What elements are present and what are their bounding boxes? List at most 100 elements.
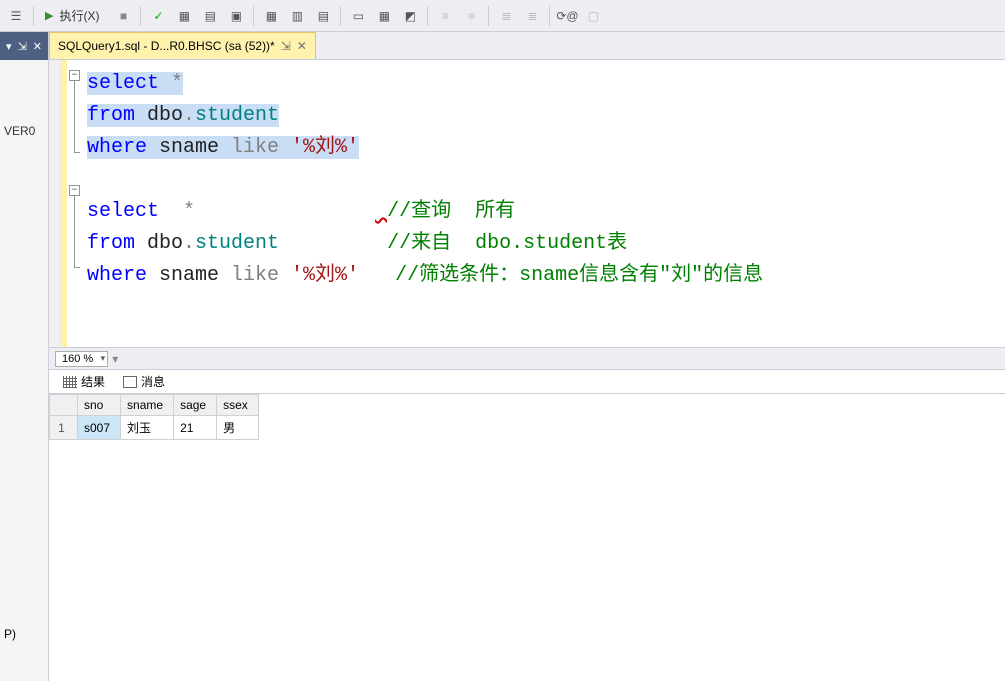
code-comment: //来自 dbo.student表 bbox=[387, 232, 627, 255]
fold-gutter: − − bbox=[67, 60, 83, 347]
tab-messages[interactable]: 消息 bbox=[115, 371, 173, 392]
stop-button[interactable]: ■ bbox=[111, 4, 135, 28]
toolbar-separator bbox=[549, 6, 550, 26]
execute-label: 执行(X) bbox=[55, 7, 103, 24]
toolbar-separator bbox=[33, 6, 34, 26]
editor-margin bbox=[49, 60, 61, 347]
toolbar-icon-9[interactable]: ▦ bbox=[372, 4, 396, 28]
results-tab-bar: 结果 消息 bbox=[49, 369, 1005, 393]
parse-icon[interactable]: ✓ bbox=[146, 4, 170, 28]
editor-panel: SQLQuery1.sql - D...R0.BHSC (sa (52))* ⇲… bbox=[49, 32, 1005, 681]
code-string: '%刘%' bbox=[279, 264, 359, 287]
keyword-select: select bbox=[87, 200, 159, 223]
grid-icon bbox=[63, 376, 77, 388]
sidebar-content: VER0 bbox=[0, 60, 48, 146]
results-header-ssex[interactable]: ssex bbox=[217, 395, 259, 416]
code-space bbox=[159, 200, 183, 223]
toolbar-separator bbox=[140, 6, 141, 26]
toolbar-separator bbox=[340, 6, 341, 26]
uncomment-icon[interactable]: ≣ bbox=[520, 4, 544, 28]
keyword-select: select bbox=[87, 72, 159, 95]
code-text[interactable]: select * from dbo.student where sname li… bbox=[83, 60, 1005, 347]
toolbar-icon-10[interactable]: ◩ bbox=[398, 4, 422, 28]
sidebar-pin-icon[interactable]: ⇲ bbox=[18, 40, 27, 53]
code-col: sname bbox=[147, 136, 231, 159]
main-area: ▾ ⇲ ✕ VER0 P) SQLQuery1.sql - D...R0.BHS… bbox=[0, 32, 1005, 681]
results-table[interactable]: sno sname sage ssex 1 s007 刘玉 21 男 bbox=[49, 394, 259, 440]
code-dot: . bbox=[183, 104, 195, 127]
keyword-where: where bbox=[87, 264, 147, 287]
fold-line bbox=[74, 196, 83, 225]
code-comment: //筛选条件：sname信息含有"刘"的信息 bbox=[395, 264, 763, 287]
sidebar-bottom-item: P) bbox=[4, 627, 16, 641]
code-table: student bbox=[195, 104, 279, 127]
sidebar-header: ▾ ⇲ ✕ bbox=[0, 32, 48, 60]
keyword-where: where bbox=[87, 136, 147, 159]
cell-sname[interactable]: 刘玉 bbox=[121, 416, 174, 440]
code-col: sname bbox=[147, 264, 231, 287]
fold-line bbox=[74, 110, 83, 139]
row-number[interactable]: 1 bbox=[50, 416, 78, 440]
code-string: '%刘%' bbox=[279, 136, 359, 159]
document-tab-title: SQLQuery1.sql - D...R0.BHSC (sa (52))* bbox=[58, 39, 275, 53]
error-squiggle bbox=[375, 200, 387, 223]
comment-icon[interactable]: ≣ bbox=[494, 4, 518, 28]
toolbar-icon-2[interactable]: ▦ bbox=[172, 4, 196, 28]
results-header-sname[interactable]: sname bbox=[121, 395, 174, 416]
toolbar-icon-11[interactable]: ⟳@ bbox=[555, 4, 579, 28]
zoom-bar: 160 % ▾ bbox=[49, 347, 1005, 369]
messages-icon bbox=[123, 376, 137, 388]
code-dbo: dbo bbox=[135, 232, 183, 255]
zoom-dropdown-icon[interactable]: ▾ bbox=[112, 352, 118, 366]
code-star: * bbox=[183, 200, 195, 223]
indent-icon[interactable]: ≡ bbox=[433, 4, 457, 28]
results-pane: sno sname sage ssex 1 s007 刘玉 21 男 bbox=[49, 393, 1005, 681]
results-header-row: sno sname sage ssex bbox=[50, 395, 259, 416]
document-tab[interactable]: SQLQuery1.sql - D...R0.BHSC (sa (52))* ⇲… bbox=[49, 32, 316, 59]
results-header-rownum[interactable] bbox=[50, 395, 78, 416]
toolbar-icon-6[interactable]: ▥ bbox=[285, 4, 309, 28]
tab-results-label: 结果 bbox=[81, 373, 105, 390]
fold-button[interactable]: − bbox=[69, 185, 80, 196]
tab-results[interactable]: 结果 bbox=[55, 371, 113, 392]
cell-ssex[interactable]: 男 bbox=[217, 416, 259, 440]
results-header-sno[interactable]: sno bbox=[78, 395, 121, 416]
code-comment: //查询 所有 bbox=[387, 200, 515, 223]
keyword-like: like bbox=[231, 264, 279, 287]
table-row[interactable]: 1 s007 刘玉 21 男 bbox=[50, 416, 259, 440]
toolbar-icon-4[interactable]: ▣ bbox=[224, 4, 248, 28]
toolbar-separator bbox=[253, 6, 254, 26]
toolbar-separator bbox=[427, 6, 428, 26]
sidebar-tree-item[interactable]: VER0 bbox=[4, 122, 44, 140]
keyword-from: from bbox=[87, 232, 135, 255]
code-editor[interactable]: − − select * from dbo.student where snam… bbox=[49, 60, 1005, 347]
fold-line bbox=[74, 81, 83, 110]
keyword-from: from bbox=[87, 104, 135, 127]
toolbar-icon-7[interactable]: ▤ bbox=[311, 4, 335, 28]
results-header-sage[interactable]: sage bbox=[174, 395, 217, 416]
tab-messages-label: 消息 bbox=[141, 373, 165, 390]
toolbar-icon-3[interactable]: ▤ bbox=[198, 4, 222, 28]
sidebar-pin-icon[interactable]: ▾ bbox=[6, 40, 12, 53]
cell-sage[interactable]: 21 bbox=[174, 416, 217, 440]
toolbar-icon-1[interactable]: ☰ bbox=[4, 4, 28, 28]
fold-end bbox=[74, 254, 80, 268]
main-toolbar: ☰ ▶ 执行(X) ■ ✓ ▦ ▤ ▣ ▦ ▥ ▤ ▭ ▦ ◩ ≡ ≡ ≣ ≣ … bbox=[0, 0, 1005, 32]
tab-close-icon[interactable]: ✕ bbox=[297, 39, 307, 53]
fold-button[interactable]: − bbox=[69, 70, 80, 81]
fold-line bbox=[74, 225, 83, 254]
code-dot: . bbox=[183, 232, 195, 255]
toolbar-icon-12[interactable]: ▢ bbox=[581, 4, 605, 28]
fold-end bbox=[74, 139, 80, 153]
execute-button[interactable]: ▶ 执行(X) bbox=[39, 5, 109, 26]
cell-sno[interactable]: s007 bbox=[78, 416, 121, 440]
keyword-like: like bbox=[231, 136, 279, 159]
tab-pin-icon[interactable]: ⇲ bbox=[281, 39, 291, 53]
toolbar-icon-8[interactable]: ▭ bbox=[346, 4, 370, 28]
outdent-icon[interactable]: ≡ bbox=[459, 4, 483, 28]
zoom-combo[interactable]: 160 % bbox=[55, 351, 108, 367]
document-tab-strip: SQLQuery1.sql - D...R0.BHSC (sa (52))* ⇲… bbox=[49, 32, 1005, 60]
sidebar-close-icon[interactable]: ✕ bbox=[33, 40, 42, 53]
toolbar-icon-5[interactable]: ▦ bbox=[259, 4, 283, 28]
code-table: student bbox=[195, 232, 279, 255]
